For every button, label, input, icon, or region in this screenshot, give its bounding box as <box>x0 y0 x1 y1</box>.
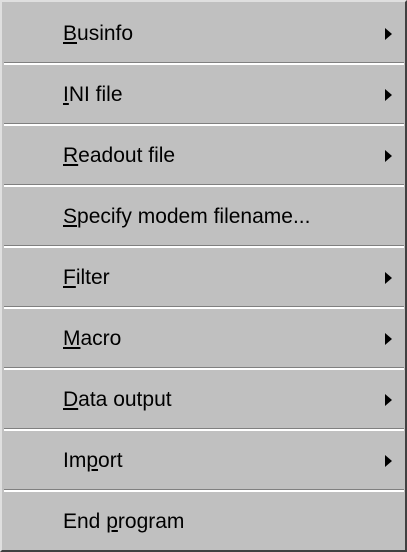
menu-item-filter[interactable]: Filter <box>4 248 404 307</box>
menu-item-label: Macro <box>63 327 122 350</box>
menu-item-specify-modem-filename[interactable]: Specify modem filename... <box>4 187 404 246</box>
menu-item-label: Specify modem filename... <box>63 205 311 228</box>
menu-item-end-program[interactable]: End program <box>4 492 404 551</box>
menu-item-readout-file[interactable]: Readout file <box>4 126 404 185</box>
menu-item-label: Data output <box>63 388 172 411</box>
menu-item-label: Import <box>63 449 123 472</box>
chevron-right-icon <box>385 88 392 101</box>
menu-item-import[interactable]: Import <box>4 431 404 490</box>
chevron-right-icon <box>385 454 392 467</box>
chevron-right-icon <box>385 27 392 40</box>
menu-item-label: Filter <box>63 266 110 289</box>
menu-item-businfo[interactable]: Businfo <box>4 4 404 63</box>
menu-item-label: End program <box>63 510 185 533</box>
chevron-right-icon <box>385 332 392 345</box>
chevron-right-icon <box>385 149 392 162</box>
chevron-right-icon <box>385 271 392 284</box>
menu-item-macro[interactable]: Macro <box>4 309 404 368</box>
menu-item-label: INI file <box>63 83 123 106</box>
menu-item-label: Businfo <box>63 22 134 45</box>
menu-item-ini-file[interactable]: INI file <box>4 65 404 124</box>
menu-item-data-output[interactable]: Data output <box>4 370 404 429</box>
context-menu: Businfo INI file Readout file Specify mo… <box>0 0 407 552</box>
menu-item-label: Readout file <box>63 144 176 167</box>
chevron-right-icon <box>385 393 392 406</box>
